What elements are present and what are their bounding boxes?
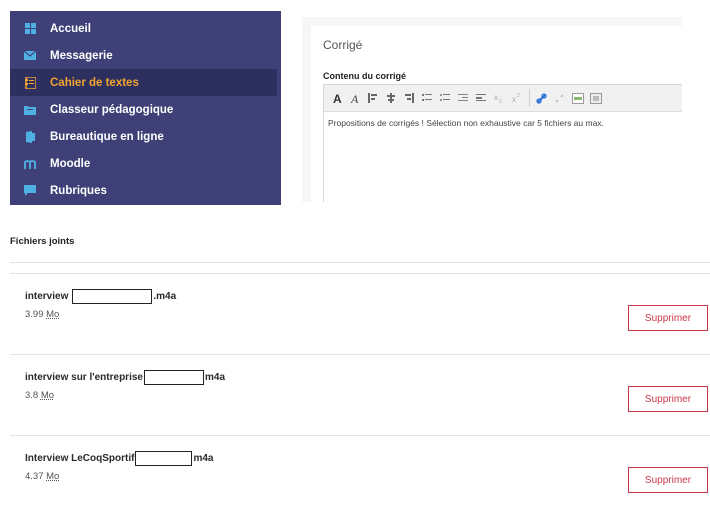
sidebar-item-label: Classeur pédagogique	[50, 103, 174, 116]
sidebar-item-bureautique-en-ligne[interactable]: Bureautique en ligne	[10, 123, 281, 150]
redacted-box	[135, 451, 193, 466]
attachments-list: interview .m4a 3.99 Mo Supprimer intervi…	[10, 273, 710, 510]
svg-text:2: 2	[499, 99, 502, 103]
delete-button[interactable]: Supprimer	[628, 386, 708, 412]
sidebar-item-label: Accueil	[50, 22, 91, 35]
attachment-name: Interview LeCoqSportif m4a	[25, 451, 213, 466]
align-left-button[interactable]	[364, 89, 381, 108]
size-unit: Mo	[46, 309, 60, 320]
subscript-button[interactable]: x2	[490, 89, 507, 108]
italic-button[interactable]: A	[346, 89, 363, 108]
attachment-name-suffix: m4a	[193, 453, 214, 464]
svg-text:x: x	[494, 93, 498, 102]
document-icon	[24, 130, 36, 143]
size-value: 4.37	[25, 471, 44, 482]
attachment-name-suffix: m4a	[204, 372, 225, 383]
attachment-name-prefix: Interview LeCoqSportif	[25, 453, 135, 464]
source-code-icon[interactable]	[569, 89, 586, 108]
folder-icon	[24, 104, 36, 116]
attachments-title: Fichiers joints	[10, 236, 75, 247]
redacted-box	[143, 370, 204, 385]
indent-button[interactable]	[472, 89, 489, 108]
sidebar-item-moodle[interactable]: Moodle	[10, 150, 281, 177]
moodle-icon	[24, 158, 36, 170]
attachment-size: 4.37 Mo	[25, 471, 59, 482]
svg-text:x: x	[512, 95, 516, 103]
attachment-name: interview .m4a	[25, 289, 176, 304]
size-unit: Mo	[40, 390, 55, 401]
svg-text:2: 2	[517, 93, 520, 99]
link-icon[interactable]	[533, 89, 550, 108]
redacted-box	[72, 289, 153, 304]
sidebar-item-label: Cahier de textes	[50, 76, 139, 89]
align-center-button[interactable]	[382, 89, 399, 108]
sidebar-item-cahier-de-textes[interactable]: Cahier de textes	[10, 69, 277, 96]
attachment-size: 3.8 Mo	[25, 390, 54, 401]
ordered-list-button[interactable]	[418, 89, 435, 108]
size-unit: Mo	[46, 471, 60, 482]
delete-button[interactable]: Supprimer	[628, 305, 708, 331]
rich-text-editor[interactable]: A A x2 x2 Propositions de corrigés ! Sél…	[323, 84, 682, 202]
svg-text:A: A	[350, 93, 359, 104]
sidebar-item-label: Rubriques	[50, 184, 107, 197]
page: Accueil Messagerie Cahier de textes Clas…	[0, 0, 710, 510]
attachment-name-suffix: .m4a	[153, 291, 177, 302]
attachment-row: interview .m4a 3.99 Mo Supprimer	[10, 274, 710, 355]
align-right-button[interactable]	[400, 89, 417, 108]
divider	[10, 262, 710, 263]
unlink-icon[interactable]	[551, 89, 568, 108]
attachment-size: 3.99 Mo	[25, 309, 59, 320]
bold-button[interactable]: A	[328, 89, 345, 108]
sidebar-item-label: Bureautique en ligne	[50, 130, 164, 143]
corrige-card: Corrigé Contenu du corrigé A A x2 x2 Pro…	[311, 26, 682, 202]
content-label: Contenu du corrigé	[323, 71, 406, 81]
corrige-title: Corrigé	[323, 38, 363, 52]
sidebar-item-classeur-pedagogique[interactable]: Classeur pédagogique	[10, 96, 281, 123]
envelope-icon	[24, 50, 36, 62]
attachment-name-prefix: interview sur l'entreprise	[25, 372, 143, 383]
attachment-name: interview sur l'entreprise m4a	[25, 370, 225, 385]
sidebar-item-rubriques[interactable]: Rubriques	[10, 177, 281, 204]
delete-button[interactable]: Supprimer	[628, 467, 708, 493]
sidebar-nav: Accueil Messagerie Cahier de textes Clas…	[10, 11, 281, 205]
unordered-list-button[interactable]	[436, 89, 453, 108]
attachment-row: Interview LeCoqSportif m4a 4.37 Mo Suppr…	[10, 436, 710, 510]
svg-text:A: A	[333, 93, 342, 104]
sidebar-item-messagerie[interactable]: Messagerie	[10, 42, 281, 69]
superscript-button[interactable]: x2	[508, 89, 525, 108]
table-icon[interactable]	[587, 89, 604, 108]
sidebar-item-label: Messagerie	[50, 49, 113, 62]
attachment-name-prefix: interview	[25, 291, 69, 302]
outdent-button[interactable]	[454, 89, 471, 108]
editor-content[interactable]: Propositions de corrigés ! Sélection non…	[324, 112, 682, 135]
sidebar-item-accueil[interactable]: Accueil	[10, 15, 281, 42]
comment-icon	[24, 185, 36, 197]
size-value: 3.8	[25, 390, 39, 401]
attachment-row: interview sur l'entreprise m4a 3.8 Mo Su…	[10, 355, 710, 436]
notebook-icon	[24, 76, 36, 89]
corrige-panel: Corrigé Contenu du corrigé A A x2 x2 Pro…	[302, 17, 682, 202]
size-value: 3.99	[25, 309, 44, 320]
editor-toolbar: A A x2 x2	[324, 85, 682, 112]
grid-icon	[24, 23, 36, 35]
sidebar-item-label: Moodle	[50, 157, 91, 170]
toolbar-separator	[529, 89, 530, 107]
